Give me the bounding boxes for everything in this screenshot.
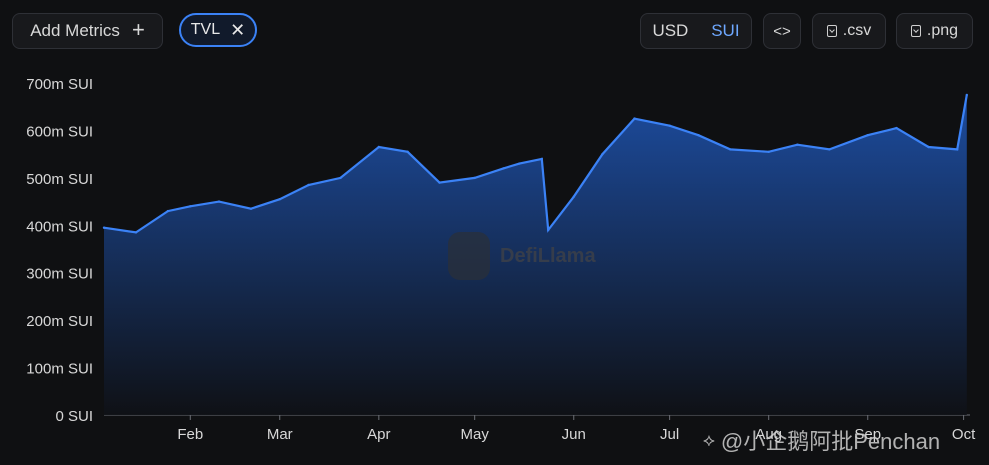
data-point — [217, 200, 221, 203]
data-point — [540, 157, 543, 161]
y-tick-label: 500m SUI — [26, 171, 93, 188]
data-point — [697, 134, 700, 137]
data-point — [339, 176, 342, 180]
data-point — [518, 162, 521, 165]
data-point — [965, 93, 968, 97]
data-point — [189, 205, 192, 208]
y-tick-label: 300m SUI — [26, 266, 93, 283]
x-tick-label: Oct — [952, 426, 976, 443]
defillama-watermark: DefiLlama — [448, 232, 596, 280]
overlay-watermark: ⟡ @小企鹅阿批Penchan — [703, 424, 940, 456]
diamond-icon: ⟡ — [703, 429, 715, 450]
data-point — [828, 148, 831, 151]
data-point — [927, 145, 930, 149]
data-point — [406, 150, 409, 153]
data-point — [729, 148, 732, 151]
y-tick-label: 400m SUI — [26, 218, 93, 235]
data-point — [307, 183, 310, 187]
data-point — [102, 226, 106, 229]
data-point — [633, 117, 636, 120]
x-tick-label: Jun — [562, 426, 586, 443]
x-tick-label: Mar — [267, 426, 293, 443]
data-point — [572, 195, 575, 198]
y-tick-label: 700m SUI — [26, 76, 93, 93]
overlay-watermark-text: @小企鹅阿批Penchan — [720, 429, 941, 454]
data-point — [767, 150, 770, 153]
y-tick-label: 600m SUI — [26, 123, 93, 140]
data-point — [601, 152, 604, 156]
data-point — [166, 209, 170, 213]
data-point — [796, 143, 799, 146]
data-point — [866, 134, 869, 137]
y-axis: 0 SUI 100m SUI 200m SUI 300m SUI 400m SUI 500… — [26, 76, 93, 425]
y-tick-label: 200m SUI — [26, 313, 93, 330]
data-point — [956, 148, 959, 151]
data-point — [377, 145, 380, 149]
x-tick-label: Apr — [367, 426, 390, 443]
data-point — [438, 181, 441, 184]
data-point — [278, 198, 281, 201]
defillama-logo-icon — [448, 232, 490, 280]
data-point — [895, 126, 898, 130]
x-tick-label: Jul — [660, 426, 679, 443]
x-tick-label: May — [461, 426, 490, 443]
defillama-watermark-text: DefiLlama — [500, 244, 596, 267]
data-point — [249, 207, 253, 210]
data-point — [502, 167, 505, 170]
data-point — [134, 231, 138, 234]
x-tick-label: Feb — [177, 426, 203, 443]
data-point — [668, 124, 671, 127]
data-point — [473, 176, 476, 180]
y-tick-label: 0 SUI — [55, 408, 93, 425]
data-point — [547, 228, 550, 232]
y-tick-label: 100m SUI — [26, 361, 93, 378]
